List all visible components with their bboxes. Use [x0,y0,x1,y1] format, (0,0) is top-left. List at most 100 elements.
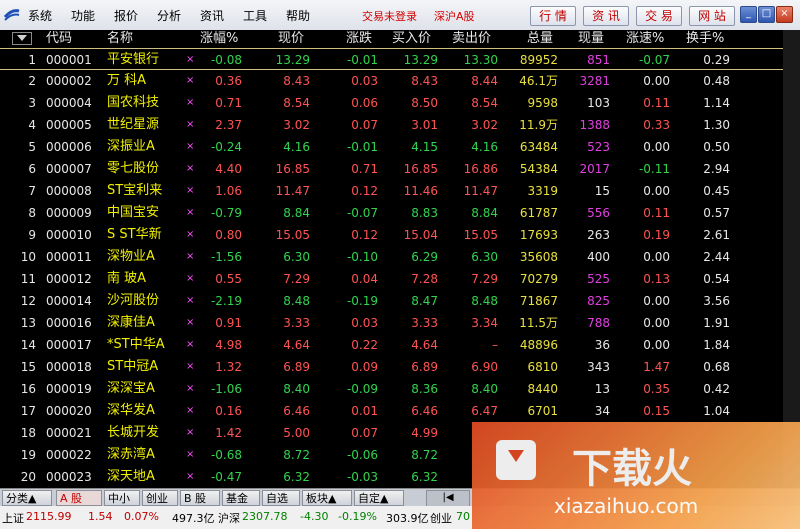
col-code[interactable]: 代码 [46,30,72,48]
col-chg[interactable]: 涨跌 [346,30,372,48]
cell-idx: 10 [20,250,36,264]
menu-help[interactable]: 帮助 [286,7,310,24]
table-row[interactable]: 12 000014 沙河股份 -2.19 8.48 -0.19 8.47 8.48 71867 8… [0,290,800,312]
cell-code: 000018 [46,360,92,374]
table-row[interactable]: 15 000018 ST中冠A 1.32 6.89 0.09 6.89 6.90 6810 343… [0,356,800,378]
cell-bid: 3.01 [411,118,438,132]
col-price[interactable]: 现价 [278,30,304,48]
menu-quote[interactable]: 报价 [114,7,138,24]
close-button[interactable]: × [776,6,793,23]
tab-watchlist[interactable]: 自选 [262,490,300,506]
cell-price: 6.89 [283,360,310,374]
tab-sector[interactable]: 板块▲ [302,490,352,506]
cell-vol: 61787 [519,206,558,220]
table-row[interactable]: 16 000019 深深宝A -1.06 8.40 -0.09 8.36 8.40 8440 13… [0,378,800,400]
tab-gem[interactable]: 创业 [142,490,178,506]
cell-code: 000022 [46,448,92,462]
info-button[interactable]: 资 讯 [583,6,629,26]
cell-vol: 8440 [527,382,558,396]
cell-spd: 0.00 [643,316,670,330]
minimize-button[interactable]: _ [740,6,757,23]
cell-code: 000010 [46,228,92,242]
margin-mark-icon: × [186,163,195,174]
cell-cur: 36 [594,338,610,352]
cell-cur: 788 [587,316,610,330]
cell-chg: 0.06 [351,96,378,110]
cell-vol: 35608 [519,250,558,264]
col-pct[interactable]: 涨幅% [200,30,238,48]
cell-ask: 15.05 [463,228,498,242]
table-row[interactable]: 10 000011 深物业A -1.56 6.30 -0.10 6.29 6.30 35608 4… [0,246,800,268]
cell-price: 11.47 [275,184,310,198]
col-cur[interactable]: 现量 [578,30,604,48]
table-row[interactable]: 6 000007 零七股份 4.40 16.85 0.71 16.85 16.86 54384 2… [0,158,800,180]
cell-vol: 6810 [527,360,558,374]
cell-price: 8.48 [283,294,310,308]
cell-price: 4.64 [283,338,310,352]
cell-price: 8.43 [283,74,310,88]
cell-code: 000009 [46,206,92,220]
cell-chg: -0.01 [346,140,378,154]
table-row[interactable]: 5 000006 深振业A -0.24 4.16 -0.01 4.15 4.16 63484 52… [0,136,800,158]
cell-idx: 3 [28,96,36,110]
cell-bid: 6.29 [411,250,438,264]
sort-dropdown-icon[interactable] [12,32,32,45]
tab-a-share[interactable]: A 股 [56,490,102,506]
table-row[interactable]: 3 000004 国农科技 0.71 8.54 0.06 8.50 8.54 9598 103 0.… [0,92,800,114]
tab-category[interactable]: 分类▲ [2,490,52,506]
col-vol[interactable]: 总量 [527,30,553,48]
cell-idx: 18 [20,426,36,440]
cell-bid: 6.46 [411,404,438,418]
col-ask[interactable]: 卖出价 [452,30,491,48]
col-name[interactable]: 名称 [107,30,133,48]
table-row[interactable]: 1 000001 平安银行 -0.08 13.29 -0.01 13.29 13.30 8995… [0,48,800,70]
col-turn[interactable]: 换手% [686,30,724,48]
menu-news[interactable]: 资讯 [200,7,224,24]
tab-custom[interactable]: 自定▲ [354,490,404,506]
margin-mark-icon: × [186,383,195,394]
menu-analysis[interactable]: 分析 [157,7,181,24]
col-bid[interactable]: 买入价 [392,30,431,48]
tab-sme[interactable]: 中小 [104,490,140,506]
cell-ask: 13.30 [463,53,498,67]
cell-chg: 0.22 [351,338,378,352]
table-row[interactable]: 7 000008 ST宝利来 1.06 11.47 0.12 11.46 11.47 3319 1… [0,180,800,202]
trade-button[interactable]: 交 易 [636,6,682,26]
cell-spd: 0.35 [643,382,670,396]
margin-mark-icon: × [186,54,195,65]
cell-ask: 6.47 [471,404,498,418]
cell-price: 6.46 [283,404,310,418]
cell-name: 深物业A [107,249,155,264]
cell-spd: 0.11 [643,96,670,110]
vertical-scrollbar[interactable] [783,30,800,488]
table-row[interactable]: 13 000016 深康佳A 0.91 3.33 0.03 3.33 3.34 11.5万 788… [0,312,800,334]
cell-chg: 0.07 [351,426,378,440]
maximize-button[interactable]: □ [758,6,775,23]
table-row[interactable]: 9 000010 S ST华新 0.80 15.05 0.12 15.04 15.05 1769… [0,224,800,246]
cell-chg: -0.19 [346,294,378,308]
cell-chg: 0.09 [351,360,378,374]
cell-chg: -0.01 [346,53,378,67]
table-row[interactable]: 17 000020 深华发A 0.16 6.46 0.01 6.46 6.47 6701 34 0.… [0,400,800,422]
menu-function[interactable]: 功能 [71,7,95,24]
cell-cur: 851 [587,53,610,67]
table-row[interactable]: 11 000012 南 玻A 0.55 7.29 0.04 7.28 7.29 70279 525… [0,268,800,290]
cell-bid: 11.46 [403,184,438,198]
table-row[interactable]: 8 000009 中国宝安 -0.79 8.84 -0.07 8.83 8.84 61787 55… [0,202,800,224]
cell-spd: -0.11 [638,162,670,176]
menu-tools[interactable]: 工具 [243,7,267,24]
tab-fund[interactable]: 基金 [222,490,260,506]
website-button[interactable]: 网 站 [689,6,735,26]
cell-name: 平安银行 [107,52,160,67]
col-spd[interactable]: 涨速% [626,30,664,48]
tab-b-share[interactable]: B 股 [180,490,220,506]
table-row[interactable]: 4 000005 世纪星源 2.37 3.02 0.07 3.01 3.02 11.9万 1388… [0,114,800,136]
menu-system[interactable]: 系统 [28,7,52,24]
cell-vol: 6701 [527,404,558,418]
cell-turn: 0.45 [703,184,730,198]
table-row[interactable]: 14 000017 *ST中华A 4.98 4.64 0.22 4.64–48896 36 0.… [0,334,800,356]
table-row[interactable]: 2 000002 万 科A 0.36 8.43 0.03 8.43 8.44 46.1万 3281… [0,70,800,92]
quote-button[interactable]: 行 情 [530,6,576,26]
cell-vol: 17693 [519,228,558,242]
cell-name: *ST中华A [107,337,165,352]
